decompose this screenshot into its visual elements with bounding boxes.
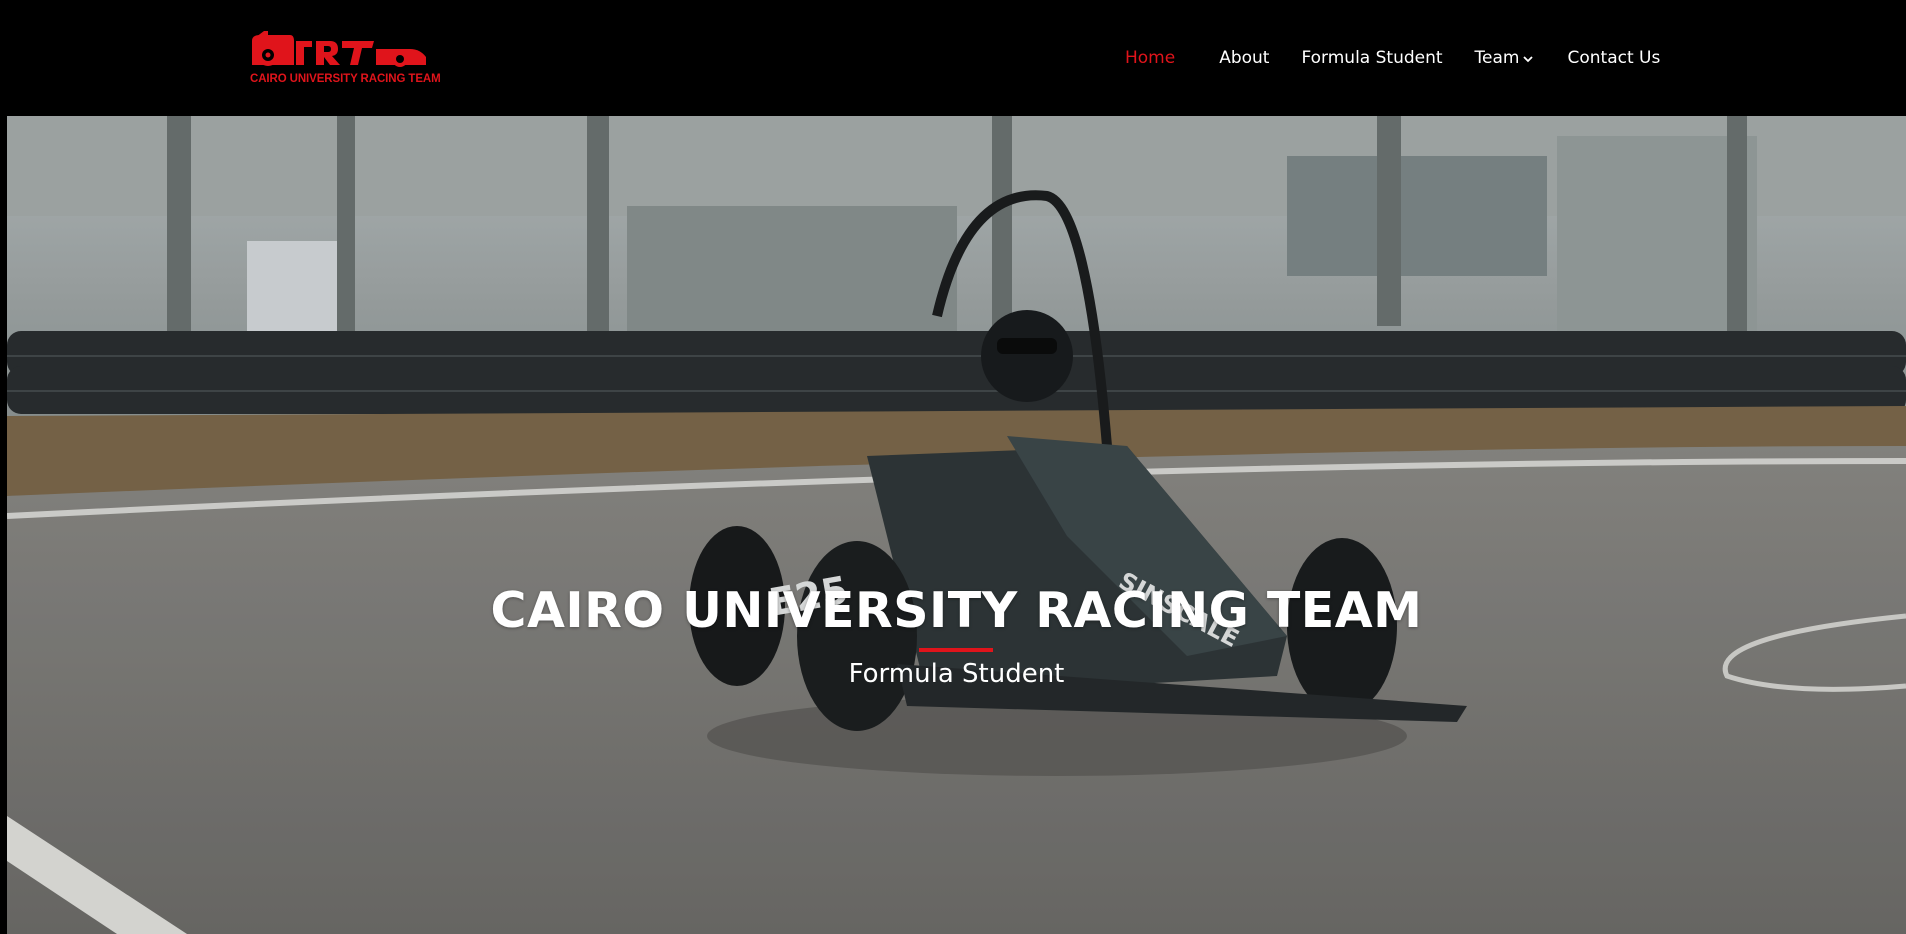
hero-subtitle: Formula Student <box>848 659 1065 689</box>
chevron-down-icon <box>1523 48 1534 68</box>
nav-team-label: Team <box>1474 48 1520 68</box>
main-nav: Home About Formula Student Team Contact … <box>1100 46 1660 70</box>
nav-home[interactable]: Home <box>1125 48 1175 68</box>
curt-logo-icon <box>252 31 426 67</box>
hero-section: E25 SINSCALE CAIRO UNIVERSITY RACING TEA… <box>7 116 1906 934</box>
nav-formula-student[interactable]: Formula Student <box>1301 48 1442 68</box>
hero-title: CAIRO UNIVERSITY RACING TEAM <box>490 582 1423 639</box>
brand-logo[interactable]: CAIRO UNIVERSITY RACING TEAM <box>250 27 441 91</box>
hero-title-underline <box>919 648 993 652</box>
hero-background-image: E25 SINSCALE <box>7 116 1906 934</box>
nav-team[interactable]: Team <box>1475 48 1534 68</box>
nav-about[interactable]: About <box>1219 48 1269 68</box>
site-header: CAIRO UNIVERSITY RACING TEAM Home About … <box>0 0 1906 116</box>
brand-caption: CAIRO UNIVERSITY RACING TEAM <box>250 73 441 85</box>
nav-contact-us[interactable]: Contact Us <box>1567 48 1660 68</box>
